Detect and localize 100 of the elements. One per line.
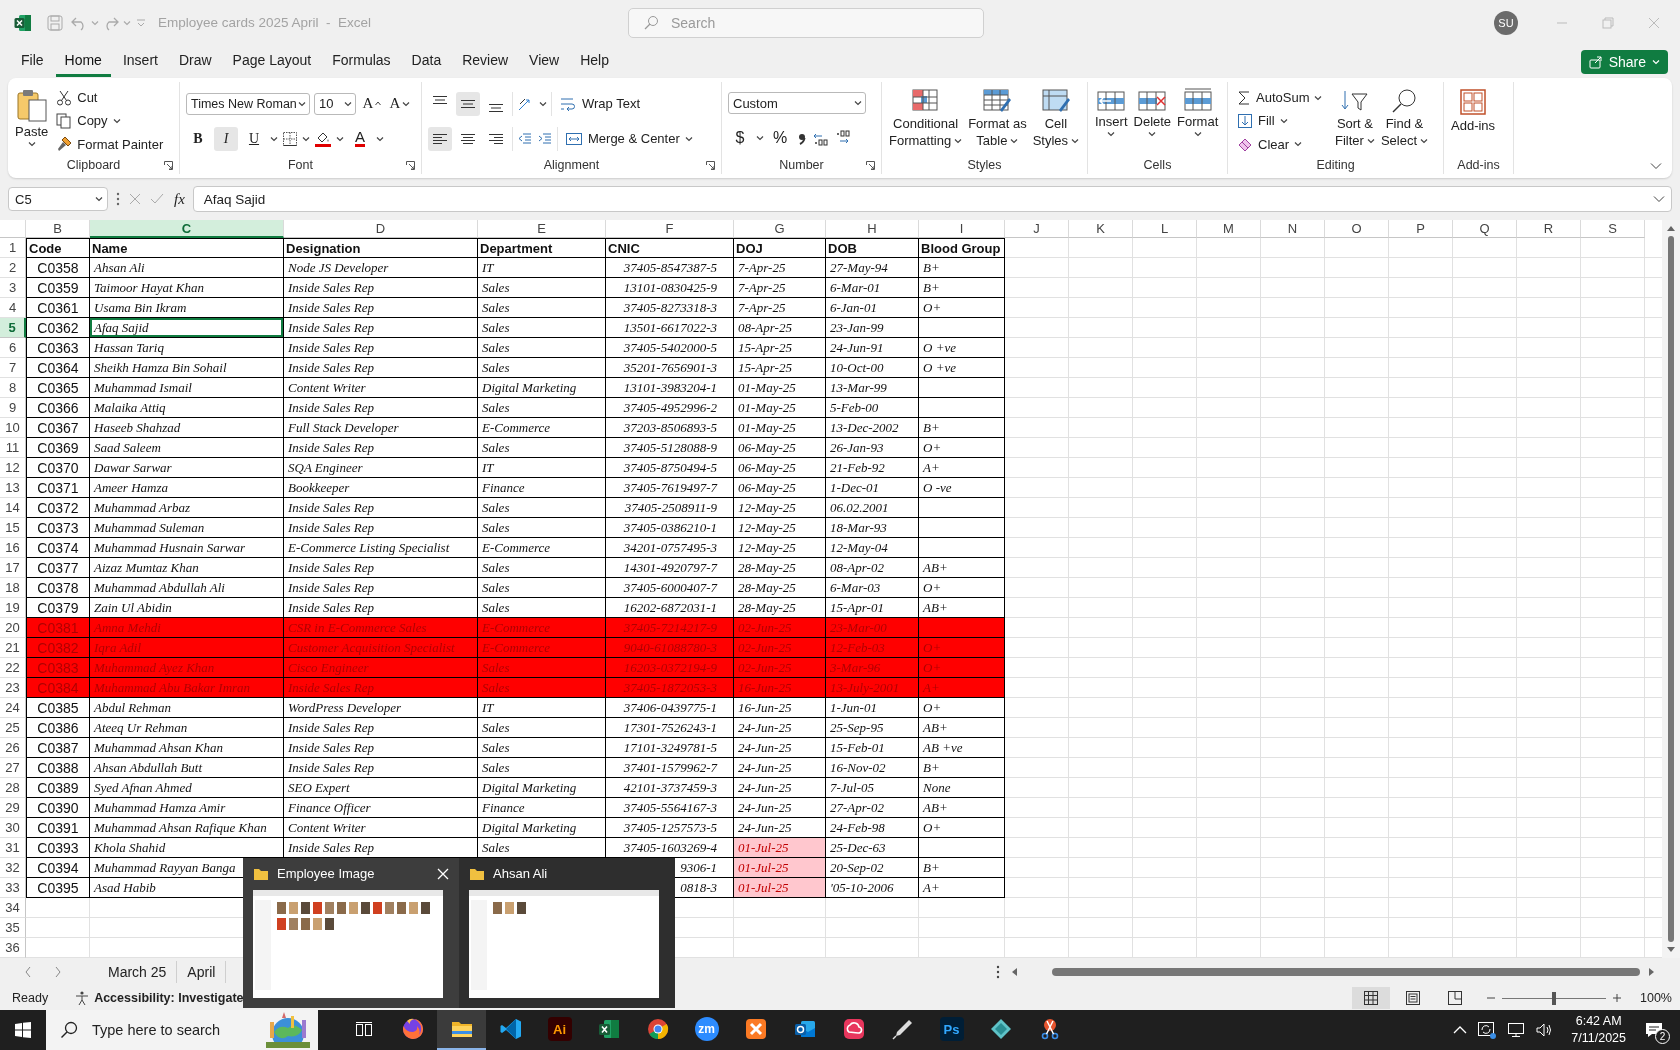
percent-button[interactable]: % (768, 126, 792, 150)
font-size-dropdown[interactable]: 10 (314, 92, 356, 115)
taskbar-button[interactable]: Ps (927, 1010, 976, 1050)
number-format-dropdown[interactable]: Custom (728, 92, 866, 114)
table-cell: IT (478, 458, 606, 478)
menu-tab[interactable]: Insert (113, 46, 167, 77)
vertical-align-button[interactable] (456, 91, 480, 116)
cells-button[interactable]: Delete (1132, 86, 1173, 156)
row-number[interactable]: 5 (0, 318, 26, 338)
column-letter[interactable]: F (606, 220, 734, 238)
user-avatar[interactable]: SU (1494, 10, 1518, 35)
menu-tab[interactable]: Page Layout (223, 46, 321, 77)
column-letter[interactable]: G (734, 220, 826, 238)
next-sheet-icon[interactable] (54, 966, 62, 978)
column-letter[interactable]: C (90, 220, 284, 238)
menu-tab[interactable]: Help (571, 46, 618, 77)
styles-button[interactable]: Format as Table (967, 86, 1028, 156)
dialog-launcher-icon[interactable] (406, 160, 415, 170)
column-letter[interactable]: Q (1453, 220, 1517, 238)
formula-field[interactable]: Afaq Sajid (192, 186, 1672, 212)
table-cell: 24-Jun-25 (734, 798, 826, 818)
currency-button[interactable]: $ (728, 126, 752, 150)
copy-button[interactable]: Copy (53, 110, 167, 132)
menu-tab[interactable]: View (520, 46, 569, 77)
cells-button[interactable]: Format (1176, 86, 1220, 156)
menu-tab[interactable]: Formulas (323, 46, 400, 77)
taskbar-button[interactable]: Ai (535, 1010, 584, 1050)
taskbar-search-field[interactable]: Type here to search (46, 1010, 318, 1050)
chevron-up-icon[interactable] (1453, 1025, 1468, 1035)
sync-icon[interactable] (1477, 1021, 1498, 1039)
collapse-ribbon-icon[interactable] (1650, 162, 1662, 170)
taskbar-button[interactable] (437, 1010, 486, 1050)
accessibility-status[interactable]: Accessibility: Investigate (94, 991, 244, 1005)
shrink-font-button[interactable]: A (388, 91, 412, 116)
dialog-launcher-icon[interactable] (706, 160, 715, 170)
network-icon[interactable] (1507, 1022, 1526, 1038)
view-button[interactable] (1352, 987, 1390, 1009)
previous-sheet-icon[interactable] (24, 966, 32, 978)
horizontal-align-button[interactable] (428, 126, 452, 151)
font-name-dropdown[interactable]: Times New Roman (186, 92, 310, 115)
add-ins-button[interactable]: Add-ins (1450, 86, 1497, 156)
column-letter[interactable]: R (1517, 220, 1581, 238)
zoom-in-icon[interactable] (1612, 993, 1622, 1003)
column-letter[interactable]: D (284, 220, 478, 238)
cut-button[interactable]: Cut (53, 86, 167, 109)
check-icon[interactable] (150, 192, 164, 206)
menu-tab[interactable]: Data (402, 46, 451, 77)
horizontal-scrollbar[interactable] (1010, 967, 1656, 977)
slider-thumb[interactable] (1552, 991, 1556, 1005)
dialog-launcher-icon[interactable] (164, 160, 173, 170)
caret-icon (298, 100, 306, 107)
clear-button[interactable]: Clear (1234, 133, 1330, 156)
font-style-button[interactable]: B (186, 126, 210, 151)
expand-icon[interactable] (1653, 195, 1665, 203)
column-letter[interactable]: O (1325, 220, 1389, 238)
column-letter[interactable]: H (826, 220, 919, 238)
styles-button[interactable]: Cell Styles (1031, 86, 1081, 156)
insert-function-button[interactable]: fx (174, 190, 185, 208)
column-letter[interactable]: J (1005, 220, 1069, 238)
window-preview[interactable]: Employee Image (243, 858, 459, 1008)
column-letter[interactable]: K (1069, 220, 1133, 238)
clock-date[interactable]: 7/11/2025 (1571, 1030, 1626, 1047)
more-options-icon[interactable] (996, 965, 1000, 979)
menu-tab[interactable]: Review (453, 46, 518, 77)
wrap-text-button[interactable]: Wrap Text (556, 92, 644, 115)
column-letter[interactable]: E (478, 220, 606, 238)
column-letter[interactable]: I (919, 220, 1005, 238)
table-cell: B+ (919, 278, 1005, 298)
menu-tab[interactable]: Draw (169, 46, 221, 77)
sort-filter-button[interactable]: Sort & Filter (1334, 86, 1376, 156)
column-letter[interactable]: P (1389, 220, 1453, 238)
font-style-button[interactable]: U (242, 126, 266, 151)
fill-button[interactable]: Fill (1234, 110, 1330, 132)
decrease-decimal-icon[interactable] (834, 130, 852, 146)
font-color-button[interactable]: A (348, 126, 372, 151)
clock-time[interactable]: 6:42 AM (1575, 1013, 1622, 1030)
sheet-tab[interactable]: April (177, 961, 227, 983)
grow-font-button[interactable]: A (360, 91, 384, 116)
column-letter[interactable]: L (1133, 220, 1197, 238)
cells-button[interactable]: Insert (1094, 86, 1129, 156)
dialog-launcher-icon[interactable] (866, 160, 875, 170)
sheet-tab[interactable]: March 25 (98, 961, 178, 983)
more-options-icon[interactable] (116, 192, 120, 206)
font-style-button[interactable]: I (214, 126, 238, 151)
zoom-level[interactable]: 100% (1640, 991, 1672, 1005)
volume-icon[interactable] (1535, 1022, 1554, 1038)
column-letter[interactable]: N (1261, 220, 1325, 238)
autosum-button[interactable]: AutoSum (1234, 86, 1330, 109)
menu-tab[interactable]: File (12, 46, 53, 77)
column-letter[interactable]: M (1197, 220, 1261, 238)
format-painter-button[interactable]: Format Painter (53, 133, 167, 156)
name-box[interactable]: C5 (8, 187, 108, 211)
merge-center-button[interactable]: Merge & Center (562, 127, 696, 150)
column-letter[interactable]: B (26, 220, 90, 238)
column-letter[interactable]: S (1581, 220, 1645, 238)
share-button[interactable]: Share (1580, 49, 1668, 74)
borders-icon[interactable] (282, 130, 298, 147)
paste-button[interactable]: Paste (14, 86, 50, 156)
find-select-button[interactable]: Find & Select (1379, 86, 1430, 156)
styles-button[interactable]: Conditional Formatting (888, 86, 964, 156)
